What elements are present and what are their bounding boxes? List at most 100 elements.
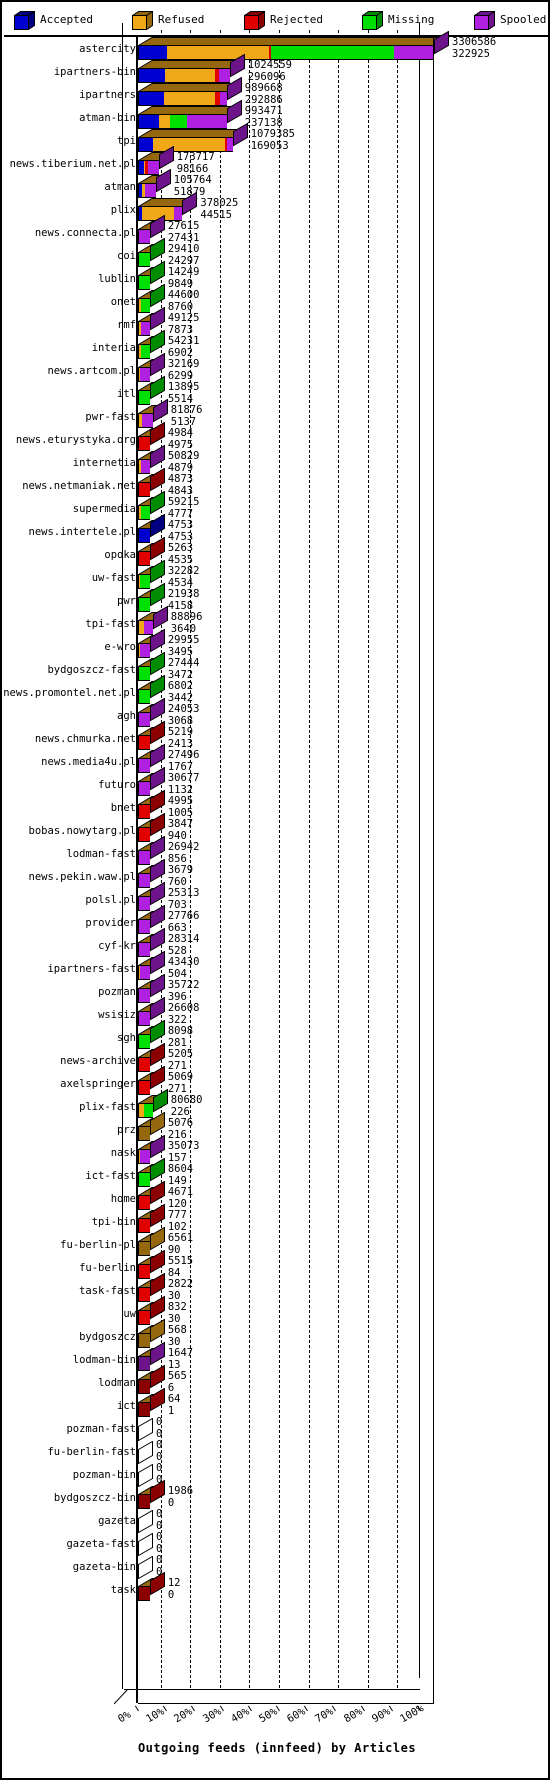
bar-row: pozman-fast 0 0: [4, 1416, 550, 1442]
bar-row: pwr 21938 4158: [4, 582, 550, 613]
bar-row-label: cyf-kr: [98, 940, 136, 952]
bar-value-offered: 0: [156, 1554, 163, 1566]
bar-side-face: [158, 145, 174, 170]
bar-row: atman 105764 51879: [4, 168, 550, 199]
bar-row: lodman 565 6: [4, 1364, 550, 1395]
x-tick-label: 50%: [257, 1705, 280, 1726]
bar-value-offered: 44600: [167, 289, 200, 301]
bar-value-offered: 49125: [167, 312, 200, 324]
bar-row-label: onet: [110, 296, 136, 308]
bar-row-label: gazeta-bin: [72, 1561, 136, 1573]
bar-row-label: news.promontel.net.pl: [3, 687, 136, 699]
bar-row: news.tiberium.net.pl 173717 98166: [4, 145, 550, 176]
bar-value-offered: 5076: [167, 1117, 194, 1129]
bar-row: task 12 0: [4, 1571, 550, 1602]
bar-row: internetia 50829 4879: [4, 444, 550, 475]
x-tick-mark: [191, 1705, 196, 1712]
bar-side-face: [149, 1203, 165, 1228]
legend-label: Missing: [388, 13, 435, 26]
bar-side-face: [149, 352, 165, 377]
bar-side-face: [149, 260, 165, 285]
bar-value-offered: 1986: [167, 1485, 194, 1497]
bar-value-labels: 5219 2413: [168, 726, 193, 750]
bar-value-offered: 13895: [167, 381, 200, 393]
bar-value-labels: 5076 216: [167, 1117, 194, 1141]
bar-value-offered: 4873: [167, 473, 194, 485]
bar-row-label: wsisiz: [98, 1009, 136, 1021]
bar: [136, 1479, 166, 1510]
bar-side-face: [149, 1065, 165, 1090]
bar-value-labels: 21938 4158: [168, 588, 200, 612]
bar-row: futuro 30677 1132: [4, 766, 550, 797]
bar: [136, 1571, 166, 1602]
bar-value-offered: 173717: [176, 151, 215, 163]
bar-value-labels: 28314 528: [168, 933, 200, 957]
bar-row-label: task-fast: [79, 1285, 136, 1297]
bar-side-face: [149, 513, 165, 538]
bar-value-offered: 29955: [167, 634, 200, 646]
bar-row: fu-berlin-fast 0 0: [4, 1439, 550, 1465]
bar: [136, 1387, 166, 1418]
bar-row: news.eturystyka.org 4984 4975: [4, 421, 550, 452]
bar-value-offered: 1079385: [250, 128, 295, 140]
bar-value-labels: 1986 0: [167, 1485, 194, 1509]
cube-icon: [472, 10, 497, 30]
bar-row-label: fu-berlin-fast: [47, 1446, 136, 1458]
bar-value-offered: 0: [156, 1508, 163, 1520]
bar-value-labels: 8604 149: [168, 1163, 193, 1187]
bar-side-face: [232, 122, 248, 147]
bar-row: lodman-fast 26942 856: [4, 835, 550, 866]
bar-row-label: itl: [117, 388, 136, 400]
bar: [138, 1440, 153, 1465]
bar-row-label: ipartners: [79, 89, 136, 101]
bar-value-labels: 6561 90: [168, 1232, 193, 1256]
bar-value-offered: 43430: [167, 956, 200, 968]
bar-row: interia 54231 6902: [4, 329, 550, 360]
bar-row-label: news-archive: [60, 1055, 136, 1067]
bar-row-label: polsl.pl: [85, 894, 136, 906]
bar-side-face: [149, 467, 165, 492]
bar-side-face: [149, 766, 165, 791]
bar-row-label: bobas.nowytarg.pl: [28, 825, 136, 837]
bar-side-face: [149, 674, 165, 699]
bar-top-face: [136, 31, 450, 46]
bar-side-face: [149, 1042, 165, 1067]
bar-value-offered: 0: [156, 1531, 163, 1543]
bar-value-labels: 00: [156, 1508, 163, 1532]
cube-icon: [242, 10, 267, 30]
bar-row-label: ict-fast: [85, 1170, 136, 1182]
bar-value-labels: 88896 3640: [171, 611, 203, 635]
bar-value-labels: 3679 760: [168, 864, 193, 888]
bar-value-offered: 4995: [167, 795, 194, 807]
floor-left-edge: [114, 1689, 129, 1705]
bar-value-offered: 4984: [167, 427, 194, 439]
bar-row-label: tpi: [117, 135, 136, 147]
bar-side-face: [149, 559, 165, 584]
bar-row-label: tpi-bin: [91, 1216, 136, 1228]
bar-row: news.chmurka.net 5219 2413: [4, 720, 550, 751]
bar-value-labels: 565 6: [168, 1370, 187, 1394]
bar-value-offered: 4671: [167, 1186, 194, 1198]
bar-row-label: pwr: [117, 595, 136, 607]
bar-value-labels: 81876 5137: [171, 404, 203, 428]
bar-segment-spooled: [174, 206, 183, 221]
cube-icon: [12, 10, 37, 30]
x-axis-title: Outgoing feeds (innfeed) by Articles: [137, 1741, 417, 1755]
chart-frame: Accepted Refused Rejected Missing Spooled as…: [0, 0, 550, 1780]
bar-side-face: [434, 30, 449, 55]
bar-side-face: [149, 1387, 165, 1412]
bar-value-offered: 24053: [167, 703, 200, 715]
bar-value-labels: 4984 4975: [167, 427, 194, 451]
bar-side-face: [149, 1134, 165, 1159]
bar-row: atman-bin 993471 237138: [4, 99, 550, 130]
bar-side-face: [149, 1019, 165, 1044]
bar-side-face: [152, 398, 168, 423]
bar-row-label: ict: [117, 1400, 136, 1412]
x-tick-label: 100%: [398, 1702, 426, 1726]
bar-row: home 4671 120: [4, 1180, 550, 1211]
bar-row-label: internetia: [72, 457, 136, 469]
bar-row-label: lublin: [98, 273, 136, 285]
bar-side-face: [149, 651, 165, 676]
bar-side-face: [149, 996, 165, 1021]
bar-value-labels: 00: [156, 1531, 163, 1555]
